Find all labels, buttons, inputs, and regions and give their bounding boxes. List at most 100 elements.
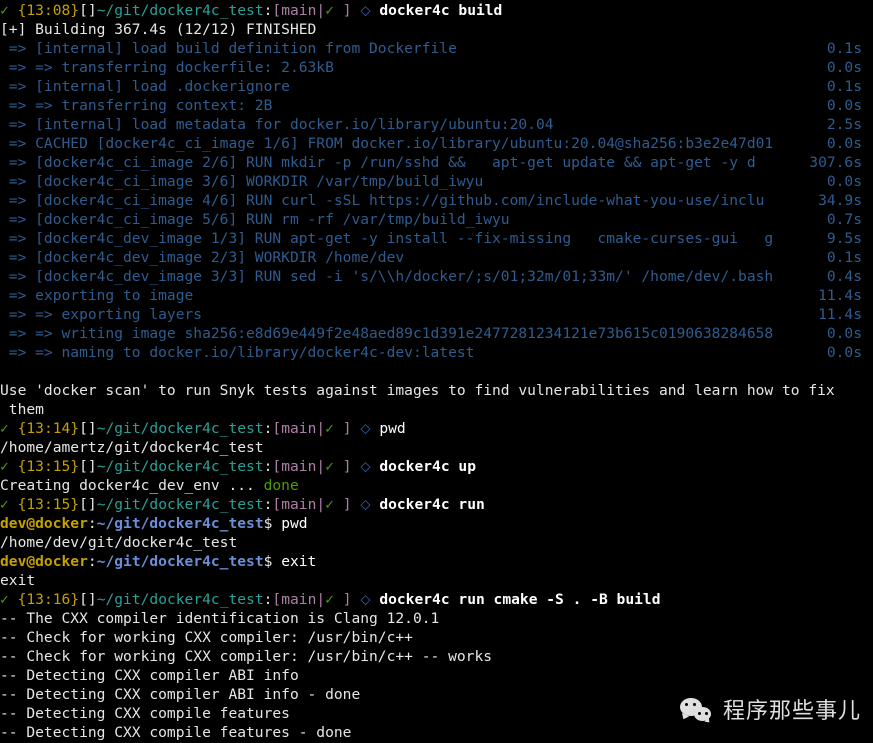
- typed-command: exit: [281, 553, 317, 570]
- prompt-diamond-icon: ⬦: [360, 420, 371, 437]
- build-step-time: 0.0s: [826, 135, 862, 152]
- terminal-window[interactable]: ✓ {13:08}[]~/git/docker4c_test:[main|✓ ]…: [0, 0, 873, 743]
- typed-command: docker4c run: [379, 496, 485, 513]
- build-step-time: 11.4s: [818, 287, 862, 304]
- prompt-line-5: ✓ {13:16}[]~/git/docker4c_test:[main|✓ ]…: [0, 590, 873, 609]
- build-step-time: 0.0s: [826, 59, 862, 76]
- container-colon: :: [87, 515, 97, 532]
- build-step-time: 0.1s: [826, 249, 862, 266]
- container-prompt-line-2: dev@docker:~/git/docker4c_test$ exit: [0, 552, 873, 571]
- build-step-text: => => transferring context: 2B: [0, 97, 273, 114]
- build-step-time: 9.5s: [826, 230, 862, 247]
- build-step-time: 2.5s: [826, 116, 862, 133]
- prompt-jobs: []: [79, 2, 97, 19]
- compose-create-line: Creating docker4c_dev_env ... done: [0, 476, 873, 495]
- build-step-text: => exporting to image: [0, 287, 194, 304]
- prompt-time: {13:14}: [17, 420, 80, 437]
- build-step-text: => [internal] load build definition from…: [0, 40, 457, 57]
- exit-status-check-icon: ✓: [0, 458, 9, 475]
- git-branch: [main|: [272, 496, 326, 513]
- build-step-time: 0.0s: [826, 325, 862, 342]
- build-step-row: => exporting to image 11.4s: [0, 286, 873, 305]
- build-step-row: => => naming to docker.io/library/docker…: [0, 343, 873, 362]
- cmake-output-line: -- Check for working CXX compiler: /usr/…: [0, 648, 493, 665]
- cmake-output-line: -- Detecting CXX compile features: [0, 705, 290, 722]
- build-step-time: 0.4s: [826, 268, 862, 285]
- build-step-row: => [docker4c_ci_image 4/6] RUN curl -sSL…: [0, 191, 873, 210]
- snyk-message-line-1: Use 'docker scan' to run Snyk tests agai…: [0, 382, 835, 399]
- prompt-time: {13:15}: [17, 496, 80, 513]
- container-user: dev@docker: [0, 553, 88, 570]
- prompt-diamond-icon: ⬦: [360, 458, 371, 475]
- build-step-time: 34.9s: [818, 192, 862, 209]
- build-step-time: 0.1s: [826, 40, 862, 57]
- build-step-row: => [internal] load .dockerignore 0.1s: [0, 77, 873, 96]
- cmake-output-line: -- Check for working CXX compiler: /usr/…: [0, 629, 413, 646]
- build-step-row: => [docker4c_ci_image 5/6] RUN rm -rf /v…: [0, 210, 873, 229]
- prompt-diamond-icon: ⬦: [360, 2, 371, 19]
- build-step-time: 0.7s: [826, 211, 862, 228]
- build-step-row: => [docker4c_dev_image 3/3] RUN sed -i '…: [0, 267, 873, 286]
- exit-status-check-icon: ✓: [0, 496, 9, 513]
- prompt-time: {13:16}: [17, 591, 80, 608]
- container-user: dev@docker: [0, 515, 88, 532]
- build-step-text: => [docker4c_dev_image 1/3] RUN apt-get …: [0, 230, 774, 247]
- git-branch-close: ]: [333, 2, 352, 19]
- git-clean-check-icon: ✓: [325, 2, 334, 19]
- build-step-text: => => writing image sha256:e8d69e449f2e4…: [0, 325, 774, 342]
- prompt-path: ~/git/docker4c_test: [96, 591, 264, 608]
- exit-status-check-icon: ✓: [0, 420, 9, 437]
- build-step-text: => [docker4c_dev_image 3/3] RUN sed -i '…: [0, 268, 774, 285]
- git-clean-check-icon: ✓: [325, 496, 334, 513]
- typed-command: docker4c up: [379, 458, 476, 475]
- prompt-line-4: ✓ {13:15}[]~/git/docker4c_test:[main|✓ ]…: [0, 495, 873, 514]
- build-header: [+] Building 367.4s (12/12) FINISHED: [0, 21, 317, 38]
- build-step-time: 0.1s: [826, 78, 862, 95]
- container-path: ~/git/docker4c_test: [96, 515, 264, 532]
- typed-command: docker4c build: [379, 2, 503, 19]
- git-branch: [main|: [272, 420, 326, 437]
- build-step-time: 11.4s: [818, 306, 862, 323]
- build-step-row: => => transferring context: 2B 0.0s: [0, 96, 873, 115]
- prompt-time: {13:15}: [17, 458, 80, 475]
- compose-create-status: done: [263, 477, 299, 494]
- build-step-text: => [docker4c_ci_image 2/6] RUN mkdir -p …: [0, 154, 756, 171]
- git-clean-check-icon: ✓: [325, 591, 334, 608]
- prompt-diamond-icon: ⬦: [360, 496, 371, 513]
- build-step-text: => => exporting layers: [0, 306, 203, 323]
- git-clean-check-icon: ✓: [325, 420, 334, 437]
- cmake-output-line: -- Detecting CXX compiler ABI info - don…: [0, 686, 361, 703]
- cmake-output-line: -- Detecting CXX compile features - done: [0, 724, 352, 741]
- git-branch-close: ]: [333, 458, 352, 475]
- build-step-time: 0.0s: [826, 173, 862, 190]
- build-step-row: => [internal] load metadata for docker.i…: [0, 115, 873, 134]
- git-branch-close: ]: [333, 496, 352, 513]
- cmake-output-line: -- Detecting CXX compiler ABI info: [0, 667, 299, 684]
- container-prompt-line-1: dev@docker:~/git/docker4c_test$ pwd: [0, 514, 873, 533]
- git-branch-close: ]: [333, 591, 352, 608]
- git-clean-check-icon: ✓: [325, 458, 334, 475]
- prompt-jobs: []: [79, 496, 97, 513]
- container-colon: :: [87, 553, 97, 570]
- container-path: ~/git/docker4c_test: [96, 553, 264, 570]
- prompt-line-1: ✓ {13:08}[]~/git/docker4c_test:[main|✓ ]…: [0, 1, 873, 20]
- cmake-output-line: -- The CXX compiler identification is Cl…: [0, 610, 440, 627]
- git-branch-close: ]: [333, 420, 352, 437]
- build-step-time: 307.6s: [809, 154, 862, 171]
- pwd-output-container: /home/dev/git/docker4c_test: [0, 534, 238, 551]
- build-step-time: 0.0s: [826, 97, 862, 114]
- build-step-text: => [docker4c_ci_image 4/6] RUN curl -sSL…: [0, 192, 765, 209]
- exit-echo: exit: [0, 572, 36, 589]
- build-step-text: => [docker4c_ci_image 5/6] RUN rm -rf /v…: [0, 211, 510, 228]
- build-step-text: => [internal] load .dockerignore: [0, 78, 290, 95]
- build-step-text: => CACHED [docker4c_ci_image 1/6] FROM d…: [0, 135, 774, 152]
- build-step-row: => => transferring dockerfile: 2.63kB 0.0…: [0, 58, 873, 77]
- snyk-message-line-2: them: [0, 401, 44, 418]
- build-step-row: => [docker4c_ci_image 3/6] WORKDIR /var/…: [0, 172, 873, 191]
- prompt-jobs: []: [79, 458, 97, 475]
- build-step-row: => => exporting layers 11.4s: [0, 305, 873, 324]
- prompt-path: ~/git/docker4c_test: [96, 458, 264, 475]
- git-branch: [main|: [272, 591, 326, 608]
- build-step-row: => [internal] load build definition from…: [0, 39, 873, 58]
- typed-command: pwd: [281, 515, 308, 532]
